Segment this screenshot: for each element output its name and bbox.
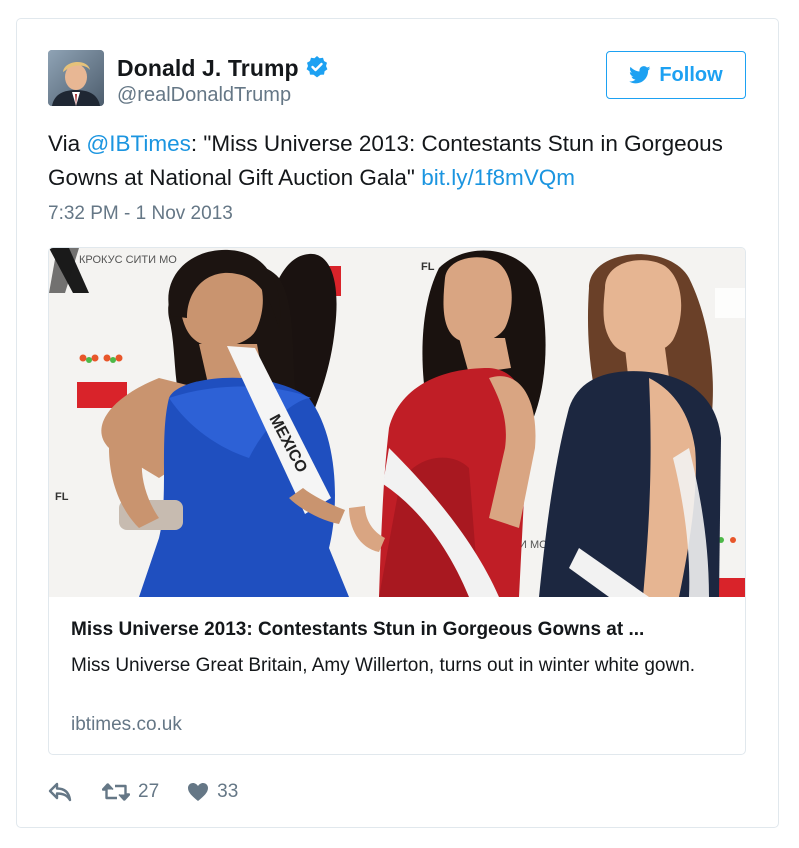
twitter-bird-icon	[629, 66, 651, 84]
user-handle[interactable]: @realDonaldTrump	[117, 84, 329, 107]
tweet-text: Via @IBTimes: "Miss Universe 2013: Conte…	[48, 127, 748, 195]
short-url-link[interactable]: bit.ly/1f8mVQm	[421, 165, 575, 190]
card-image[interactable]: КРОКУС СИТИ МО FL FL И МО MEXICO	[49, 248, 746, 597]
mention-link[interactable]: @IBTimes	[86, 131, 191, 156]
card-domain: ibtimes.co.uk	[71, 714, 182, 735]
user-info: Donald J. Trump @realDonaldTrump	[117, 55, 329, 107]
reply-icon	[48, 782, 72, 802]
card-description: Miss Universe Great Britain, Amy Willert…	[71, 655, 696, 676]
verified-badge-icon	[305, 55, 329, 79]
link-card[interactable]: КРОКУС СИТИ МО FL FL И МО MEXICO Miss Un…	[48, 247, 746, 755]
timestamp[interactable]: 7:32 PM - 1 Nov 2013	[48, 203, 233, 225]
embedded-tweet: Donald J. Trump @realDonaldTrump Follow …	[16, 18, 779, 828]
retweet-button[interactable]: 27	[102, 781, 159, 803]
avatar[interactable]	[48, 50, 104, 106]
card-title[interactable]: Miss Universe 2013: Contestants Stun in …	[71, 619, 731, 641]
heart-icon	[188, 783, 209, 801]
retweet-count: 27	[138, 781, 160, 802]
follow-button[interactable]: Follow	[606, 51, 746, 99]
tweet-text-prefix: Via	[48, 131, 87, 156]
backdrop-text: КРОКУС СИТИ МО	[79, 254, 177, 266]
svg-text:FL: FL	[421, 261, 435, 273]
svg-text:И МО: И МО	[519, 539, 548, 551]
reply-button[interactable]	[48, 782, 72, 802]
profile-photo	[48, 50, 104, 106]
svg-text:FL: FL	[55, 491, 69, 503]
display-name[interactable]: Donald J. Trump	[117, 55, 299, 82]
follow-label: Follow	[659, 63, 723, 86]
retweet-icon	[102, 783, 130, 801]
tweet-actions: 27 33	[48, 779, 238, 805]
like-count: 33	[217, 781, 239, 802]
like-button[interactable]: 33	[187, 781, 238, 803]
